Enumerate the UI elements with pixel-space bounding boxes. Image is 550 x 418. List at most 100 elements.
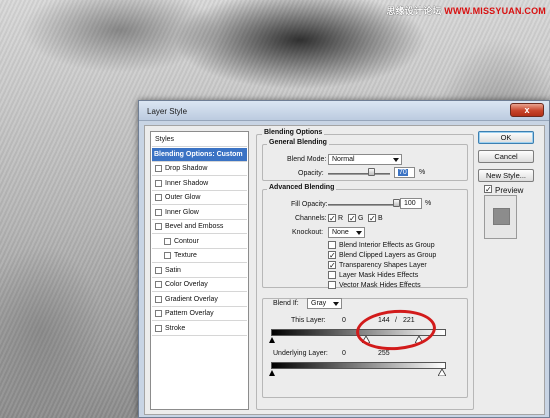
knockout-value: None: [332, 229, 349, 236]
style-item-contour[interactable]: Contour: [152, 235, 247, 249]
style-item-satin[interactable]: Satin: [152, 264, 247, 278]
style-item-label: Inner Glow: [165, 209, 199, 216]
opacity-input[interactable]: 70: [394, 167, 415, 178]
advanced-blending-title: Advanced Blending: [267, 184, 337, 191]
channel-g-label: G: [358, 215, 364, 222]
style-item-label: Drop Shadow: [165, 165, 208, 172]
style-checkbox[interactable]: [164, 252, 171, 259]
titlebar[interactable]: Layer Style x: [139, 101, 549, 121]
vector-mask-hides-checkbox[interactable]: [328, 281, 336, 289]
cancel-label: Cancel: [494, 152, 518, 161]
new-style-button[interactable]: New Style...: [478, 169, 534, 182]
underlying-black-slider[interactable]: [269, 370, 275, 376]
style-checkbox[interactable]: [155, 180, 162, 187]
dialog-title: Layer Style: [147, 107, 188, 116]
new-style-label: New Style...: [485, 171, 526, 180]
opacity-value: 70: [398, 169, 408, 176]
style-item-inner-glow[interactable]: Inner Glow: [152, 206, 247, 220]
style-item-color-overlay[interactable]: Color Overlay: [152, 278, 247, 292]
channel-r-label: R: [338, 215, 344, 222]
style-item-drop-shadow[interactable]: Drop Shadow: [152, 162, 247, 176]
chevron-down-icon: [333, 302, 339, 306]
style-checkbox[interactable]: [155, 325, 162, 332]
opacity-label: Opacity:: [298, 170, 324, 177]
style-checkbox[interactable]: [164, 238, 171, 245]
style-item-label: Satin: [165, 267, 181, 274]
preview-checkbox[interactable]: ✓: [484, 185, 492, 194]
channels-label: Channels:: [295, 215, 327, 222]
close-button[interactable]: x: [510, 103, 544, 117]
style-item-label: Bevel and Emboss: [165, 223, 224, 230]
close-icon: x: [524, 105, 530, 115]
chevron-down-icon: [356, 231, 362, 235]
style-item-label: Inner Shadow: [165, 180, 209, 187]
underlying-gradient-bar: [271, 362, 446, 369]
layer-mask-hides-checkbox[interactable]: [328, 271, 336, 279]
blend-if-label: Blend If:: [273, 300, 299, 307]
style-item-label: Pattern Overlay: [165, 310, 214, 317]
opacity-slider[interactable]: [328, 173, 390, 175]
style-item-pattern-overlay[interactable]: Pattern Overlay: [152, 307, 247, 321]
chevron-down-icon: [393, 158, 399, 162]
blend-mode-select[interactable]: Normal: [328, 154, 402, 165]
preview-label: Preview: [495, 186, 524, 195]
style-item-inner-shadow[interactable]: Inner Shadow: [152, 177, 247, 191]
underlying-low-value: 0: [342, 350, 346, 357]
this-layer-black-slider[interactable]: [269, 337, 275, 343]
style-checkbox[interactable]: [155, 310, 162, 317]
style-checkbox[interactable]: [155, 281, 162, 288]
blend-clipped-checkbox[interactable]: ✓: [328, 251, 336, 260]
channel-b-checkbox[interactable]: ✓: [368, 214, 376, 223]
cancel-button[interactable]: Cancel: [478, 150, 534, 163]
ok-label: OK: [500, 133, 512, 142]
watermark: 思缘设计论坛 WWW.MISSYUAN.COM: [386, 4, 546, 17]
check-icon: ✓: [369, 214, 376, 223]
general-blending-title: General Blending: [267, 139, 329, 146]
style-item-label: Outer Glow: [165, 194, 201, 201]
blend-if-select[interactable]: Gray: [307, 298, 342, 309]
style-item-blending-options[interactable]: Blending Options: Custom: [152, 148, 247, 162]
style-item-label: Gradient Overlay: [165, 296, 218, 303]
style-item-stroke[interactable]: Stroke: [152, 322, 247, 336]
ok-button[interactable]: OK: [478, 131, 534, 144]
style-preview-thumbnail: [484, 195, 517, 239]
style-item-texture[interactable]: Texture: [152, 249, 247, 263]
style-item-gradient-overlay[interactable]: Gradient Overlay: [152, 293, 247, 307]
style-item-label: Contour: [174, 238, 199, 245]
check-icon: ✓: [329, 214, 336, 223]
style-checkbox[interactable]: [155, 223, 162, 230]
style-checkbox[interactable]: [155, 267, 162, 274]
check-icon: ✓: [329, 261, 336, 270]
underlying-high-value: 255: [378, 350, 390, 357]
styles-list: Styles Blending Options: Custom Drop Sha…: [150, 131, 249, 410]
style-item-label: Blending Options: Custom: [154, 151, 243, 158]
fill-opacity-value: 100: [404, 200, 416, 207]
check-icon: ✓: [349, 214, 356, 223]
underlying-white-slider[interactable]: [438, 369, 446, 376]
styles-header[interactable]: Styles: [152, 133, 247, 147]
style-checkbox[interactable]: [155, 209, 162, 216]
this-layer-label: This Layer:: [291, 317, 326, 324]
fill-opacity-slider[interactable]: [328, 204, 396, 206]
fill-opacity-input[interactable]: 100: [400, 198, 422, 209]
style-checkbox[interactable]: [155, 296, 162, 303]
transparency-shapes-label: Transparency Shapes Layer: [339, 262, 427, 269]
knockout-select[interactable]: None: [328, 227, 365, 238]
transparency-shapes-checkbox[interactable]: ✓: [328, 261, 336, 270]
style-checkbox[interactable]: [155, 165, 162, 172]
opacity-slider-thumb[interactable]: [368, 168, 376, 176]
style-item-bevel-emboss[interactable]: Bevel and Emboss: [152, 220, 247, 234]
channel-g-checkbox[interactable]: ✓: [348, 214, 356, 223]
channel-b-label: B: [378, 215, 383, 222]
check-icon: ✓: [485, 185, 492, 194]
check-icon: ✓: [329, 251, 336, 260]
blend-if-group: [262, 298, 468, 398]
style-checkbox[interactable]: [155, 194, 162, 201]
this-layer-low-value: 0: [342, 317, 346, 324]
style-item-outer-glow[interactable]: Outer Glow: [152, 191, 247, 205]
layer-mask-hides-label: Layer Mask Hides Effects: [339, 272, 419, 279]
fill-opacity-slider-thumb[interactable]: [393, 199, 400, 207]
fill-opacity-unit: %: [425, 200, 432, 207]
blend-interior-checkbox[interactable]: [328, 241, 336, 249]
channel-r-checkbox[interactable]: ✓: [328, 214, 336, 223]
